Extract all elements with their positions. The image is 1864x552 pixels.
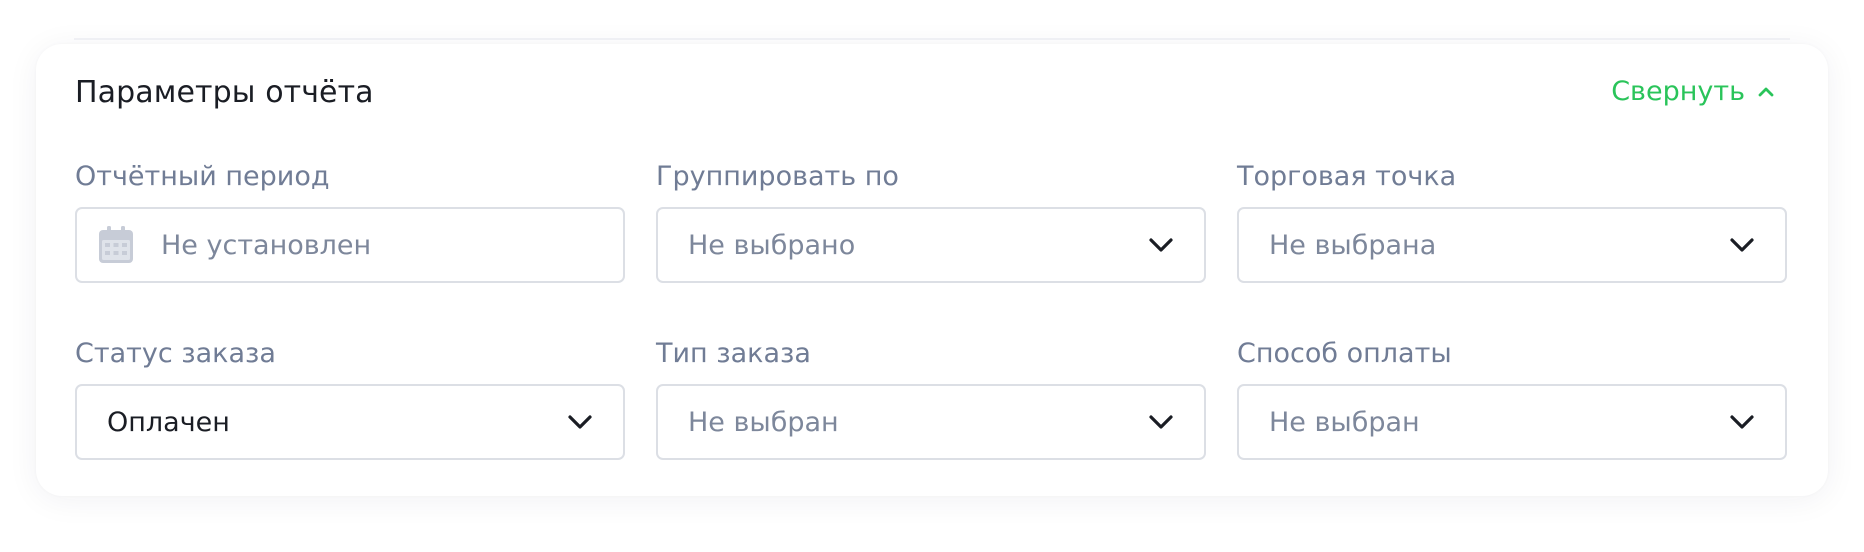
- outlet-select[interactable]: Не выбрана: [1237, 207, 1787, 283]
- field-order-status: Статус заказа Оплачен: [75, 332, 625, 460]
- field-label: Торговая точка: [1237, 161, 1457, 192]
- date-range-value: Не установлен: [161, 229, 372, 261]
- chevron-down-icon: [1149, 415, 1173, 429]
- payment-method-select[interactable]: Не выбран: [1237, 384, 1787, 460]
- chevron-down-icon: [1730, 415, 1754, 429]
- calendar-icon: [99, 226, 133, 263]
- chevron-down-icon: [1730, 238, 1754, 252]
- chevron-up-icon: [1758, 87, 1774, 96]
- field-group-by: Группировать по Не выбрано: [656, 155, 1206, 283]
- field-label: Отчётный период: [75, 161, 330, 192]
- chevron-down-icon: [1149, 238, 1173, 252]
- field-outlet: Торговая точка Не выбрана: [1237, 155, 1787, 283]
- order-status-select[interactable]: Оплачен: [75, 384, 625, 460]
- panel-title: Параметры отчёта: [75, 75, 374, 110]
- field-payment-method: Способ оплаты Не выбран: [1237, 332, 1787, 460]
- chevron-down-icon: [568, 415, 592, 429]
- select-value: Не выбран: [1269, 406, 1420, 438]
- field-label: Тип заказа: [656, 338, 811, 369]
- select-value: Не выбрана: [1269, 229, 1437, 261]
- divider: [74, 38, 1790, 40]
- collapse-button-label: Свернуть: [1611, 76, 1745, 107]
- field-order-type: Тип заказа Не выбран: [656, 332, 1206, 460]
- select-value: Не выбрано: [688, 229, 856, 261]
- report-page: Параметры отчёта Свернуть Отчётный перио…: [0, 0, 1864, 552]
- select-value: Оплачен: [107, 406, 230, 438]
- collapse-button[interactable]: Свернуть: [1611, 76, 1775, 107]
- field-report-period: Отчётный период Не установлен: [75, 155, 625, 283]
- field-label: Группировать по: [656, 161, 899, 192]
- group-by-select[interactable]: Не выбрано: [656, 207, 1206, 283]
- field-label: Статус заказа: [75, 338, 276, 369]
- order-type-select[interactable]: Не выбран: [656, 384, 1206, 460]
- select-value: Не выбран: [688, 406, 839, 438]
- field-label: Способ оплаты: [1237, 338, 1452, 369]
- date-range-picker[interactable]: Не установлен: [75, 207, 625, 283]
